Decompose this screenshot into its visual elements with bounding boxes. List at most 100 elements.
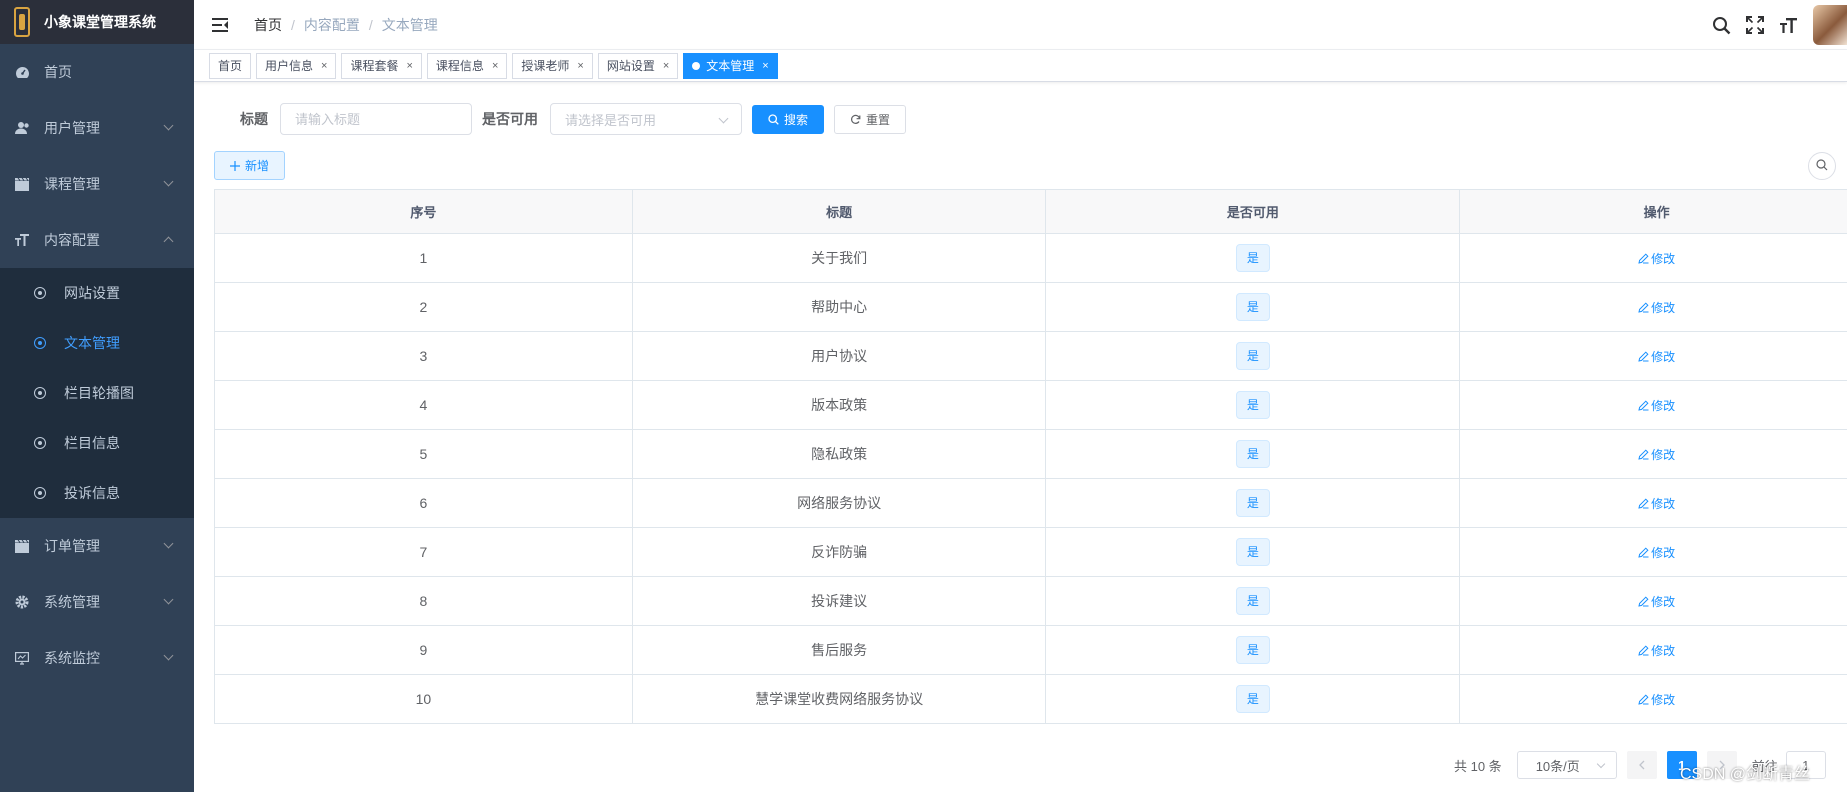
cell-index: 7 xyxy=(214,527,633,577)
edit-button-label: 修改 xyxy=(1651,349,1676,364)
sidebar-item-label: 用户管理 xyxy=(44,120,100,136)
sidebar-item-system-management[interactable]: 系统管理 xyxy=(0,574,194,630)
logo-icon xyxy=(14,7,30,37)
table-row: 9 售后服务 是 修改 xyxy=(214,625,1847,675)
text-size-icon xyxy=(14,232,30,248)
page-size-value: 10条/页 xyxy=(1535,758,1580,774)
tab-course-info[interactable]: 课程信息 × xyxy=(426,52,508,79)
edit-button[interactable]: 修改 xyxy=(1638,593,1675,610)
tab-teachers[interactable]: 授课老师 × xyxy=(512,52,593,79)
sidebar-item-course-management[interactable]: 课程管理 xyxy=(0,156,194,212)
avatar[interactable] xyxy=(1813,5,1847,45)
radio-dot-icon xyxy=(34,387,46,399)
cell-actions: 修改 xyxy=(1459,233,1847,283)
edit-button[interactable]: 修改 xyxy=(1638,495,1675,512)
available-select[interactable]: 请选择是否可用 xyxy=(550,103,742,135)
tab-label: 授课老师 xyxy=(521,59,570,73)
tab-course-package[interactable]: 课程套餐 × xyxy=(341,52,422,79)
text-size-icon[interactable] xyxy=(1779,15,1799,35)
tab-user-info[interactable]: 用户信息 × xyxy=(256,52,337,79)
cell-title: 帮助中心 xyxy=(631,282,1047,332)
prev-page-button[interactable] xyxy=(1626,751,1657,779)
close-icon[interactable]: × xyxy=(663,60,669,72)
table-row: 3 用户协议 是 修改 xyxy=(214,331,1847,381)
sidebar-item-label: 栏目信息 xyxy=(64,435,120,451)
reset-button[interactable]: 重置 xyxy=(834,104,907,134)
hamburger-icon[interactable] xyxy=(212,17,228,32)
sidebar-subitem-complaints[interactable]: 投诉信息 xyxy=(0,468,194,518)
sidebar-item-label: 文本管理 xyxy=(64,335,120,351)
cell-available: 是 xyxy=(1045,429,1461,479)
cell-actions: 修改 xyxy=(1459,527,1847,577)
close-icon[interactable]: × xyxy=(762,60,768,72)
search-icon[interactable] xyxy=(1711,15,1731,35)
edit-button-label: 修改 xyxy=(1651,692,1676,707)
edit-button-label: 修改 xyxy=(1651,398,1676,413)
status-badge: 是 xyxy=(1235,391,1270,419)
sidebar-subitem-text-management[interactable]: 文本管理 xyxy=(0,318,194,368)
edit-button[interactable]: 修改 xyxy=(1638,250,1675,267)
edit-icon xyxy=(1638,644,1649,656)
title-input[interactable] xyxy=(280,103,472,135)
fullscreen-icon[interactable] xyxy=(1745,15,1765,35)
edit-button[interactable]: 修改 xyxy=(1638,299,1675,316)
edit-button[interactable]: 修改 xyxy=(1638,642,1675,659)
sidebar-item-label: 系统管理 xyxy=(44,594,100,610)
toggle-search-button[interactable] xyxy=(1808,152,1836,180)
table-row: 2 帮助中心 是 修改 xyxy=(214,282,1847,332)
chevron-down-icon xyxy=(1596,759,1605,769)
cell-available: 是 xyxy=(1045,527,1461,577)
sidebar-item-home[interactable]: 首页 xyxy=(0,44,194,100)
sidebar-item-user-management[interactable]: 用户管理 xyxy=(0,100,194,156)
tab-label: 网站设置 xyxy=(606,59,655,73)
gear-icon xyxy=(14,594,30,610)
tab-label: 课程套餐 xyxy=(350,59,399,73)
clapperboard-icon xyxy=(14,176,30,192)
edit-icon xyxy=(1638,448,1649,460)
edit-icon xyxy=(1638,546,1649,558)
cell-index: 2 xyxy=(214,282,633,332)
edit-icon xyxy=(1638,350,1649,362)
table-header-row: 序号 标题 是否可用 操作 xyxy=(214,189,1847,234)
refresh-icon xyxy=(850,114,861,125)
page-size-select[interactable]: 10条/页 xyxy=(1516,751,1617,779)
clapperboard-icon xyxy=(14,538,30,554)
sidebar-item-content-config[interactable]: 内容配置 xyxy=(0,212,194,268)
status-badge: 是 xyxy=(1235,636,1270,664)
edit-button[interactable]: 修改 xyxy=(1638,691,1675,708)
tab-text-management[interactable]: 文本管理 × xyxy=(683,52,778,79)
reset-button-label: 重置 xyxy=(866,112,891,127)
sidebar-subitem-website-settings[interactable]: 网站设置 xyxy=(0,268,194,318)
navbar-right xyxy=(1711,0,1847,50)
sidebar-item-system-monitor[interactable]: 系统监控 xyxy=(0,630,194,686)
status-badge: 是 xyxy=(1235,489,1270,517)
tab-home[interactable]: 首页 xyxy=(209,52,252,79)
close-icon[interactable]: × xyxy=(577,60,583,72)
close-icon[interactable]: × xyxy=(406,60,412,72)
cell-title: 网络服务协议 xyxy=(631,478,1047,528)
edit-button-label: 修改 xyxy=(1651,447,1676,462)
breadcrumb-item-home[interactable]: 首页 xyxy=(254,15,282,35)
status-badge: 是 xyxy=(1235,293,1270,321)
edit-button-label: 修改 xyxy=(1651,643,1676,658)
edit-button[interactable]: 修改 xyxy=(1638,397,1675,414)
edit-button[interactable]: 修改 xyxy=(1638,544,1675,561)
table-row: 8 投诉建议 是 修改 xyxy=(214,576,1847,626)
sidebar-subitem-carousel[interactable]: 栏目轮播图 xyxy=(0,368,194,418)
edit-button[interactable]: 修改 xyxy=(1638,446,1675,463)
cell-actions: 修改 xyxy=(1459,674,1847,724)
close-icon[interactable]: × xyxy=(321,60,327,72)
tab-website-settings[interactable]: 网站设置 × xyxy=(597,52,679,79)
close-icon[interactable]: × xyxy=(492,60,498,72)
sidebar-item-order-management[interactable]: 订单管理 xyxy=(0,518,194,574)
edit-icon xyxy=(1638,595,1649,607)
cell-available: 是 xyxy=(1045,331,1461,381)
sidebar-subitem-column-info[interactable]: 栏目信息 xyxy=(0,418,194,468)
tab-label: 用户信息 xyxy=(265,59,314,73)
edit-button[interactable]: 修改 xyxy=(1638,348,1675,365)
cell-title: 反诈防骗 xyxy=(631,527,1047,577)
tab-label: 首页 xyxy=(218,59,243,73)
search-button[interactable]: 搜索 xyxy=(752,104,825,134)
add-button[interactable]: 新增 xyxy=(214,151,286,180)
edit-button-label: 修改 xyxy=(1651,496,1676,511)
